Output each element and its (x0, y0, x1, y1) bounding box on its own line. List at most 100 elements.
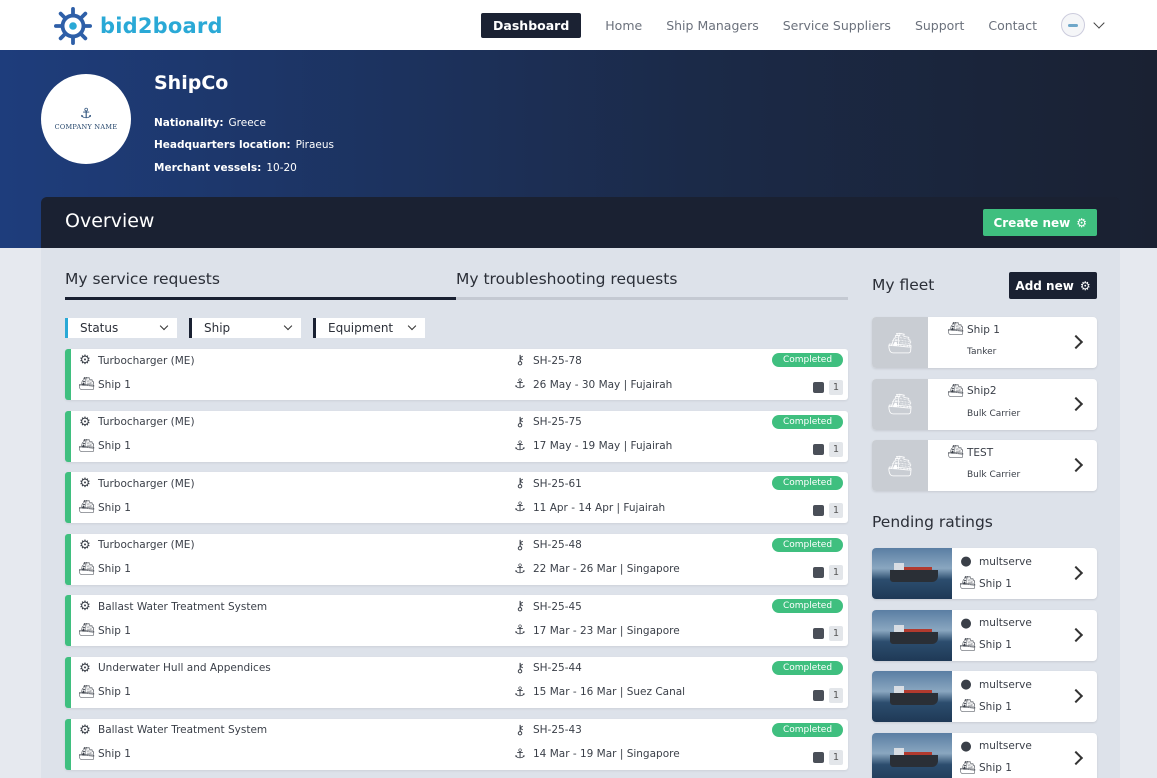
fleet-title: My fleet (872, 276, 935, 294)
user-icon: ● (960, 738, 972, 754)
anchor-icon: ⚓ (514, 746, 526, 762)
ship-icon: ⛴ (78, 746, 95, 762)
nav-dashboard[interactable]: Dashboard (481, 12, 582, 38)
anchor-icon: ⚓ (514, 438, 526, 454)
chevron-down-icon[interactable] (1093, 17, 1105, 29)
add-ship-label: Add new (1015, 278, 1074, 293)
reference-cell: ⚷ SH-25-61 (513, 477, 582, 490)
user-icon: ● (960, 554, 972, 569)
anchor-icon: ⚓ (514, 623, 526, 639)
reference-cell: ⚷ SH-25-75 (513, 416, 582, 429)
key-icon: ⚷ (515, 660, 525, 676)
equipment-cell: ⚙ Turbocharger (ME) (78, 416, 195, 429)
nav-ship-managers[interactable]: Ship Managers (666, 18, 759, 33)
fleet-ship-name: TEST (967, 446, 994, 459)
reference-cell: ⚷ SH-25-44 (513, 662, 582, 675)
status-filter[interactable]: Status (65, 318, 177, 338)
attachment-count: 1 (829, 687, 843, 703)
reference-number: SH-25-44 (533, 662, 582, 675)
fleet-ship-name: Ship 1 (967, 323, 1000, 336)
gear-plus-icon: ⚙ (1076, 215, 1087, 230)
user-icon: ● (960, 615, 972, 631)
nav-service-suppliers[interactable]: Service Suppliers (783, 18, 891, 33)
fleet-ship-card[interactable]: ⛴ ⛴ TEST Bulk Carrier (872, 440, 1097, 491)
ship-filter-label: Ship (204, 321, 231, 335)
pending-rating-card[interactable]: ● multserve ⛴ Ship 1 (872, 609, 1097, 661)
briefcase-icon (813, 505, 824, 517)
dates-cell: ⚓ 14 Mar - 19 Mar | Singapore (513, 748, 680, 761)
equipment-filter[interactable]: Equipment (313, 318, 425, 338)
service-request-row[interactable]: ⚙ Turbocharger (ME) ⛴ Ship 1 ⚷ SH-25-78 … (65, 349, 848, 400)
equipment-name: Ballast Water Treatment System (98, 724, 268, 737)
chevron-down-icon (407, 321, 417, 331)
service-request-row[interactable]: ⚙ Underwater Hull and Appendices ⛴ Ship … (65, 656, 848, 708)
service-request-row[interactable]: ⚙ Ballast Water Treatment System ⛴ Ship … (65, 718, 848, 770)
add-ship-button[interactable]: Add new ⚙ (1009, 272, 1097, 299)
service-request-row[interactable]: ⚙ Ballast Water Treatment System ⛴ Ship … (65, 595, 848, 647)
dates-location: 17 May - 19 May | Fujairah (533, 440, 673, 453)
fleet-ship-card[interactable]: ⛴ ⛴ Ship 1 Tanker (872, 317, 1097, 368)
chevron-right-icon[interactable] (1068, 627, 1084, 642)
vessels-row: Merchant vessels: 10-20 (154, 162, 297, 174)
chevron-right-icon[interactable] (1068, 457, 1084, 473)
chevron-right-icon[interactable] (1068, 750, 1084, 765)
tab-service-requests[interactable]: My service requests (65, 270, 220, 300)
ship-icon: ⛴ (959, 637, 976, 653)
chevron-right-icon[interactable] (1068, 334, 1084, 350)
fleet-ship-card[interactable]: ⛴ ⛴ Ship2 Bulk Carrier (872, 378, 1097, 430)
service-request-row[interactable]: ⚙ Turbocharger (ME) ⛴ Ship 1 ⚷ SH-25-61 … (65, 472, 848, 524)
nationality-value: Greece (228, 117, 266, 129)
service-request-row[interactable]: ⚙ Turbocharger (ME) ⛴ Ship 1 ⚷ SH-25-75 … (65, 410, 848, 462)
tab-troubleshooting-requests[interactable]: My troubleshooting requests (456, 270, 677, 300)
nav-contact[interactable]: Contact (988, 18, 1037, 33)
fleet-ship-name: Ship2 (967, 385, 997, 397)
pending-rating-card[interactable]: ● multserve ⛴ Ship 1 (872, 732, 1097, 778)
brand-logo[interactable]: bid2board (54, 7, 223, 45)
ship-icon: ⛴ (959, 576, 976, 591)
ship-placeholder-icon: ⛴ (872, 317, 928, 368)
chevron-right-icon[interactable] (1068, 396, 1084, 411)
rating-ship-name: Ship 1 (979, 700, 1012, 713)
equipment-name: Turbocharger (ME) (98, 416, 195, 429)
ship-name: Ship 1 (98, 686, 131, 699)
gear-icon: ⚙ (79, 599, 91, 615)
equipment-cell: ⚙ Underwater Hull and Appendices (78, 662, 271, 675)
key-icon: ⚷ (515, 353, 525, 368)
status-badge: Completed (772, 660, 843, 675)
rating-user-name: multserve (979, 617, 1032, 629)
ship-filter[interactable]: Ship (189, 318, 301, 338)
rating-user-row: ● multserve (959, 678, 1032, 691)
company-name: ShipCo (154, 72, 229, 94)
dates-cell: ⚓ 26 May - 30 May | Fujairah (513, 378, 672, 391)
anchor-icon: ⚓ (514, 684, 526, 700)
reference-cell: ⚷ SH-25-45 (513, 600, 582, 613)
rating-user-name: multserve (979, 678, 1032, 691)
dates-cell: ⚓ 15 Mar - 16 Mar | Suez Canal (513, 686, 685, 699)
vessels-label: Merchant vessels: (154, 162, 262, 174)
ship-name: Ship 1 (98, 563, 131, 576)
chevron-right-icon[interactable] (1068, 565, 1084, 581)
reference-cell: ⚷ SH-25-48 (513, 539, 582, 552)
dates-cell: ⚓ 22 Mar - 26 Mar | Singapore (513, 563, 680, 576)
dates-cell: ⚓ 17 May - 19 May | Fujairah (513, 440, 672, 453)
rating-ship-name: Ship 1 (979, 639, 1012, 651)
nav-links: Dashboard Home Ship Managers Service Sup… (481, 12, 1105, 38)
nav-support[interactable]: Support (915, 18, 964, 33)
dates-location: 22 Mar - 26 Mar | Singapore (533, 563, 680, 576)
ship-icon: ⛴ (947, 322, 964, 337)
pending-rating-card[interactable]: ● multserve ⛴ Ship 1 (872, 671, 1097, 722)
attachment-count: 1 (829, 503, 843, 519)
ship-cell: ⛴ Ship 1 (78, 748, 131, 761)
ship-cell: ⛴ Ship 1 (78, 563, 131, 576)
chevron-right-icon[interactable] (1068, 688, 1084, 704)
pending-rating-card[interactable]: ● multserve ⛴ Ship 1 (872, 548, 1097, 599)
user-avatar[interactable] (1061, 13, 1085, 37)
service-request-row[interactable]: ⚙ Turbocharger (ME) ⛴ Ship 1 ⚷ SH-25-48 … (65, 533, 848, 585)
rating-ship-name: Ship 1 (979, 577, 1012, 590)
create-new-button[interactable]: Create new ⚙ (983, 209, 1097, 236)
rating-user-row: ● multserve (959, 555, 1032, 568)
overview-bar: Overview Create new ⚙ (41, 197, 1120, 248)
attachment-count: 1 (829, 749, 843, 765)
nav-home[interactable]: Home (605, 18, 642, 33)
dates-location: 15 Mar - 16 Mar | Suez Canal (533, 686, 686, 699)
